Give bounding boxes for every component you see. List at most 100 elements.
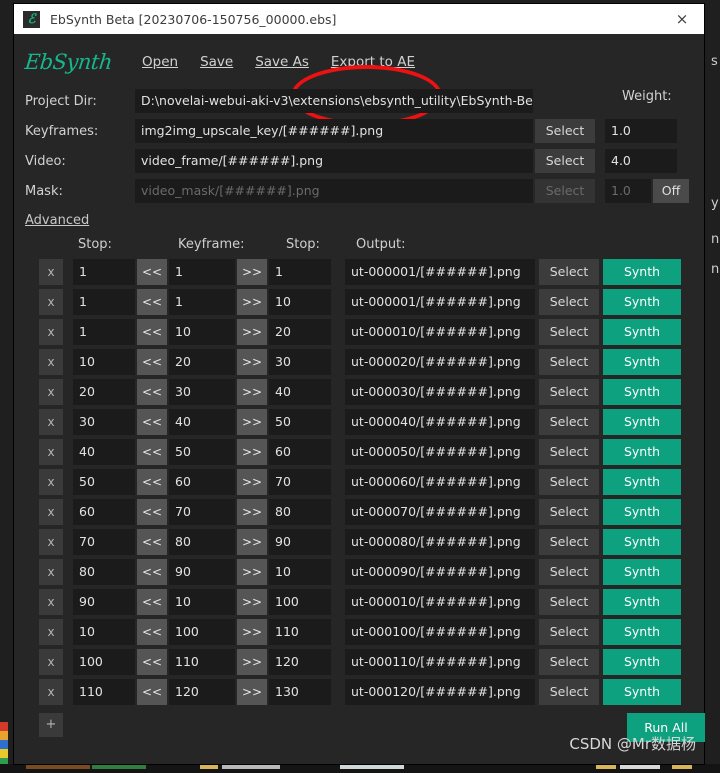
row-prev-button[interactable]: << (137, 499, 167, 525)
row-stop1-input[interactable]: 90 (73, 589, 135, 615)
row-stop1-input[interactable]: 20 (73, 379, 135, 405)
row-next-button[interactable]: >> (237, 679, 267, 705)
row-keyframe-input[interactable]: 50 (169, 439, 235, 465)
row-remove-button[interactable]: x (39, 589, 63, 615)
row-prev-button[interactable]: << (137, 439, 167, 465)
row-stop2-input[interactable]: 120 (269, 649, 331, 675)
row-synth-button[interactable]: Synth (603, 679, 681, 705)
row-select-button[interactable]: Select (539, 529, 599, 555)
row-output-input[interactable]: ut-000010/[######].png (345, 589, 535, 615)
row-prev-button[interactable]: << (137, 469, 167, 495)
row-synth-button[interactable]: Synth (603, 619, 681, 645)
mask-toggle-button[interactable]: Off (653, 179, 689, 203)
row-stop2-input[interactable]: 130 (269, 679, 331, 705)
row-remove-button[interactable]: x (39, 439, 63, 465)
row-keyframe-input[interactable]: 110 (169, 649, 235, 675)
menu-item-save-as[interactable]: Save As (255, 52, 309, 72)
row-output-input[interactable]: ut-000120/[######].png (345, 679, 535, 705)
row-select-button[interactable]: Select (539, 619, 599, 645)
row-select-button[interactable]: Select (539, 559, 599, 585)
mask-weight-input[interactable]: 1.0 (605, 179, 651, 203)
row-prev-button[interactable]: << (137, 379, 167, 405)
row-keyframe-input[interactable]: 10 (169, 589, 235, 615)
row-next-button[interactable]: >> (237, 289, 267, 315)
project-dir-input[interactable]: D:\novelai-webui-aki-v3\extensions\ebsyn… (135, 89, 533, 113)
row-next-button[interactable]: >> (237, 349, 267, 375)
row-remove-button[interactable]: x (39, 619, 63, 645)
row-output-input[interactable]: ut-000010/[######].png (345, 319, 535, 345)
row-select-button[interactable]: Select (539, 289, 599, 315)
row-prev-button[interactable]: << (137, 349, 167, 375)
row-prev-button[interactable]: << (137, 529, 167, 555)
row-output-input[interactable]: ut-000090/[######].png (345, 559, 535, 585)
mask-select-button[interactable]: Select (535, 179, 595, 203)
row-next-button[interactable]: >> (237, 379, 267, 405)
row-synth-button[interactable]: Synth (603, 439, 681, 465)
row-output-input[interactable]: ut-000001/[######].png (345, 289, 535, 315)
row-stop2-input[interactable]: 20 (269, 319, 331, 345)
row-select-button[interactable]: Select (539, 409, 599, 435)
row-keyframe-input[interactable]: 90 (169, 559, 235, 585)
row-remove-button[interactable]: x (39, 379, 63, 405)
row-next-button[interactable]: >> (237, 409, 267, 435)
row-stop2-input[interactable]: 1 (269, 259, 331, 285)
advanced-link[interactable]: Advanced (25, 213, 89, 228)
row-remove-button[interactable]: x (39, 409, 63, 435)
video-select-button[interactable]: Select (535, 149, 595, 173)
row-stop1-input[interactable]: 1 (73, 319, 135, 345)
row-synth-button[interactable]: Synth (603, 649, 681, 675)
row-stop1-input[interactable]: 70 (73, 529, 135, 555)
row-remove-button[interactable]: x (39, 679, 63, 705)
row-next-button[interactable]: >> (237, 619, 267, 645)
row-keyframe-input[interactable]: 20 (169, 349, 235, 375)
row-next-button[interactable]: >> (237, 469, 267, 495)
keyframes-weight-input[interactable]: 1.0 (605, 119, 677, 143)
row-stop2-input[interactable]: 100 (269, 589, 331, 615)
row-select-button[interactable]: Select (539, 259, 599, 285)
row-next-button[interactable]: >> (237, 259, 267, 285)
row-stop2-input[interactable]: 110 (269, 619, 331, 645)
row-stop1-input[interactable]: 30 (73, 409, 135, 435)
row-prev-button[interactable]: << (137, 679, 167, 705)
row-prev-button[interactable]: << (137, 319, 167, 345)
row-output-input[interactable]: ut-000030/[######].png (345, 379, 535, 405)
row-stop2-input[interactable]: 10 (269, 559, 331, 585)
row-keyframe-input[interactable]: 1 (169, 259, 235, 285)
row-stop1-input[interactable]: 10 (73, 349, 135, 375)
row-remove-button[interactable]: x (39, 259, 63, 285)
menu-item-export-to-ae[interactable]: Export to AE (331, 52, 415, 72)
row-prev-button[interactable]: << (137, 649, 167, 675)
add-row-button[interactable]: + (39, 713, 63, 737)
keyframes-select-button[interactable]: Select (535, 119, 595, 143)
row-next-button[interactable]: >> (237, 319, 267, 345)
row-synth-button[interactable]: Synth (603, 289, 681, 315)
row-next-button[interactable]: >> (237, 529, 267, 555)
row-stop1-input[interactable]: 40 (73, 439, 135, 465)
row-synth-button[interactable]: Synth (603, 379, 681, 405)
row-synth-button[interactable]: Synth (603, 559, 681, 585)
row-stop2-input[interactable]: 80 (269, 499, 331, 525)
row-prev-button[interactable]: << (137, 559, 167, 585)
row-stop2-input[interactable]: 70 (269, 469, 331, 495)
row-next-button[interactable]: >> (237, 649, 267, 675)
row-prev-button[interactable]: << (137, 619, 167, 645)
row-remove-button[interactable]: x (39, 349, 63, 375)
row-keyframe-input[interactable]: 100 (169, 619, 235, 645)
row-remove-button[interactable]: x (39, 319, 63, 345)
mask-input[interactable]: video_mask/[######].png (135, 179, 533, 203)
row-remove-button[interactable]: x (39, 649, 63, 675)
row-remove-button[interactable]: x (39, 499, 63, 525)
row-stop2-input[interactable]: 60 (269, 439, 331, 465)
row-select-button[interactable]: Select (539, 589, 599, 615)
row-stop1-input[interactable]: 1 (73, 259, 135, 285)
close-icon[interactable]: × (660, 4, 704, 34)
row-stop2-input[interactable]: 30 (269, 349, 331, 375)
row-synth-button[interactable]: Synth (603, 589, 681, 615)
row-synth-button[interactable]: Synth (603, 349, 681, 375)
row-prev-button[interactable]: << (137, 409, 167, 435)
menu-item-open[interactable]: Open (142, 52, 178, 72)
row-next-button[interactable]: >> (237, 589, 267, 615)
row-synth-button[interactable]: Synth (603, 319, 681, 345)
row-remove-button[interactable]: x (39, 289, 63, 315)
row-keyframe-input[interactable]: 70 (169, 499, 235, 525)
